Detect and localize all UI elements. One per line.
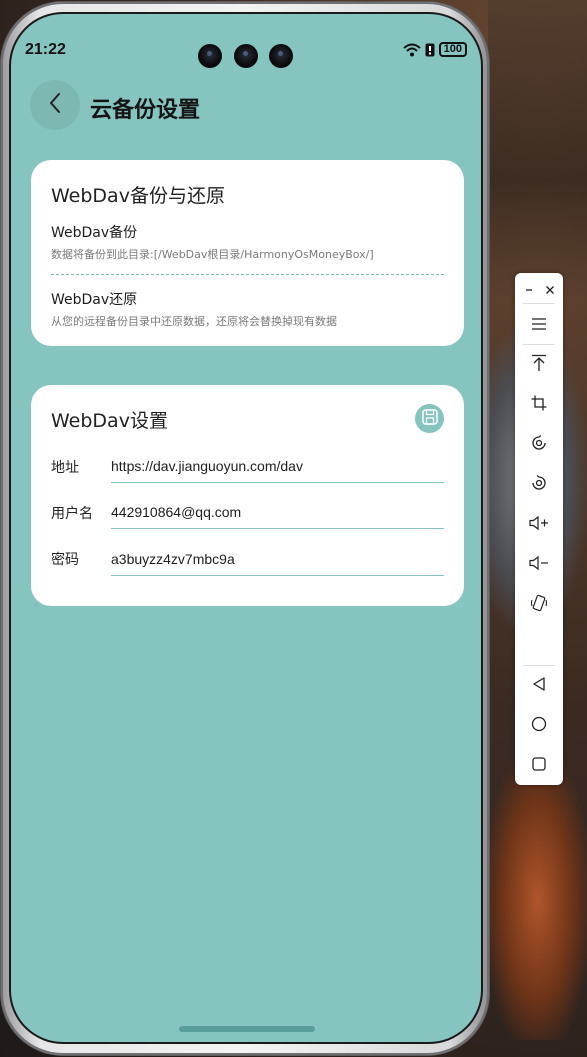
username-value: 442910864@qq.com (111, 504, 242, 520)
pin-top-button[interactable] (515, 349, 563, 381)
crop-icon (531, 395, 547, 415)
phone-frame: 21:22 100 云备份设置 WebDav备份与还原 WebDav备份 数据将… (1, 2, 489, 1055)
menu-icon (531, 316, 547, 335)
rotate-left-icon (530, 434, 548, 456)
page-title: 云备份设置 (90, 98, 201, 123)
address-field[interactable]: https://dav.jianguoyun.com/dav (111, 456, 444, 483)
password-field[interactable]: a3buyzz4zv7mbc9a (111, 549, 444, 576)
toolbar-separator (523, 303, 555, 304)
volume-down-button[interactable] (515, 549, 563, 581)
password-value: a3buyzz4zv7mbc9a (111, 551, 235, 567)
password-label: 密码 (51, 552, 79, 568)
minimize-icon (524, 280, 534, 299)
app-bar: 云备份设置 (11, 80, 481, 130)
backup-restore-card: WebDav备份与还原 WebDav备份 数据将备份到此目录:[/WebDav根… (31, 160, 464, 346)
status-bar: 21:22 100 (11, 14, 481, 68)
background-scene-bottom (488, 760, 587, 1040)
phone-screen: 21:22 100 云备份设置 WebDav备份与还原 WebDav备份 数据将… (9, 12, 483, 1044)
card-title: WebDav设置 (51, 410, 168, 432)
username-field[interactable]: 442910864@qq.com (111, 502, 444, 529)
username-label: 用户名 (51, 506, 93, 522)
address-value: https://dav.jianguoyun.com/dav (111, 458, 303, 474)
rotate-right-button[interactable] (515, 469, 563, 501)
webdav-settings-card: WebDav设置 地址 https://dav.jianguoyun.com/d… (31, 385, 464, 606)
volume-down-icon (529, 555, 549, 575)
pin-top-icon (531, 354, 547, 376)
restore-item[interactable]: WebDav还原 从您的远程备份目录中还原数据，还原将会替换掉现有数据 (31, 278, 464, 338)
save-button[interactable] (415, 404, 444, 433)
nav-recents-button[interactable] (515, 750, 563, 782)
crop-button[interactable] (515, 389, 563, 421)
alert-icon (425, 43, 435, 57)
minimize-button[interactable] (519, 279, 539, 299)
nav-back-button[interactable] (515, 670, 563, 702)
rotate-left-button[interactable] (515, 429, 563, 461)
recents-icon (531, 756, 547, 776)
toolbar-separator (523, 665, 555, 666)
menu-button[interactable] (515, 309, 563, 341)
backup-title: WebDav备份 (51, 225, 138, 241)
status-icons: 100 (402, 42, 467, 57)
status-time: 21:22 (25, 41, 66, 58)
back-icon (531, 676, 547, 696)
close-button[interactable] (540, 279, 560, 299)
nav-home-button[interactable] (515, 710, 563, 742)
address-label: 地址 (51, 460, 79, 476)
home-indicator[interactable] (179, 1026, 315, 1032)
wifi-icon (402, 43, 421, 57)
rotate-right-icon (530, 474, 548, 496)
emulator-toolbar (515, 273, 563, 785)
chevron-left-icon (48, 92, 62, 118)
shake-button[interactable] (515, 589, 563, 621)
divider (51, 274, 444, 275)
restore-description: 从您的远程备份目录中还原数据，还原将会替换掉现有数据 (51, 315, 337, 328)
restore-title: WebDav还原 (51, 292, 138, 308)
close-icon (545, 280, 555, 299)
back-button[interactable] (30, 80, 80, 130)
background-scene-top (488, 0, 587, 300)
volume-up-icon (529, 515, 549, 535)
card-title: WebDav备份与还原 (51, 185, 225, 207)
volume-up-button[interactable] (515, 509, 563, 541)
camera-lens (269, 44, 293, 68)
camera-lens (234, 44, 258, 68)
toolbar-separator (523, 344, 555, 345)
shake-icon (530, 594, 548, 616)
home-icon (531, 716, 547, 736)
battery-indicator: 100 (438, 42, 467, 57)
camera-lens (198, 44, 222, 68)
backup-item[interactable]: WebDav备份 数据将备份到此目录:[/WebDav根目录/HarmonyOs… (31, 216, 464, 272)
save-icon (421, 408, 439, 430)
backup-description: 数据将备份到此目录:[/WebDav根目录/HarmonyOsMoneyBox/… (51, 248, 374, 261)
